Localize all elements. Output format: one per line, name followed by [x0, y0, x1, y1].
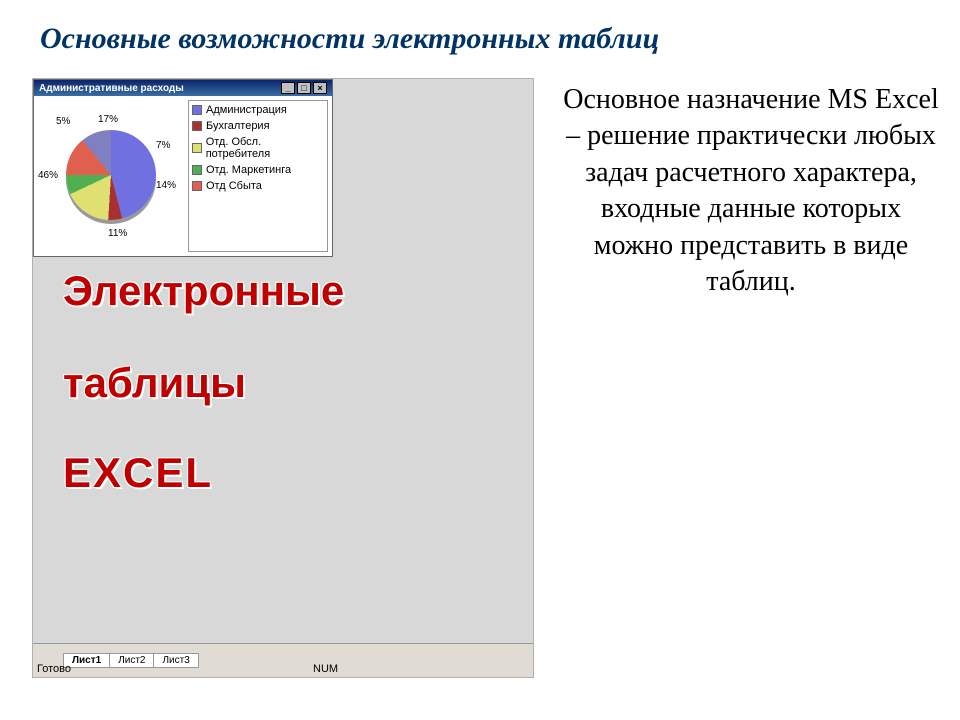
status-ready: Готово [37, 663, 71, 675]
excel-statusbar: Лист1 Лист2 Лист3 Готово NUM [33, 643, 533, 677]
col-header[interactable]: Июль [336, 176, 397, 196]
chart-titlebar: Административные расходы _ □ × [34, 80, 332, 96]
sheet-tab[interactable]: Лист2 [109, 653, 154, 668]
table-row[interactable]: 17Отд Сбыта5201816 [205, 253, 534, 290]
pie-label: 11% [108, 228, 127, 239]
col-header[interactable]: Август [396, 174, 452, 194]
screenshot-collage: Сервис Данные Окно Справка Σ A↓ ◫ 100% ?… [32, 78, 534, 678]
pie-label: 7% [156, 140, 170, 151]
pie-label: 5% [56, 116, 70, 127]
legend-item: Администрация [192, 104, 324, 116]
minimize-icon[interactable]: _ [281, 82, 295, 94]
slide-title: Основные возможности электронных таблиц [40, 22, 920, 56]
overlay-line-1: Электронные [63, 267, 344, 315]
legend-item: Отд Сбыта [192, 180, 324, 192]
sheet-tab[interactable]: Лист3 [153, 653, 198, 668]
pie-label: 17% [98, 114, 118, 125]
table-row[interactable]: 19 [206, 289, 534, 326]
close-icon[interactable]: × [313, 82, 327, 94]
spreadsheet-title-cell: й колос". ЗАО [461, 136, 534, 161]
col-header[interactable]: Октябрь [506, 170, 534, 190]
overlay-line-2: таблицы [63, 359, 246, 407]
slide-body-text: Основное назначение MS Excel – решение п… [560, 82, 942, 300]
table-row[interactable]: 22 [208, 343, 534, 380]
legend-item: Отд. Маркетинга [192, 164, 324, 176]
maximize-icon[interactable]: □ [297, 82, 311, 94]
col-header[interactable]: Сентябрь [451, 172, 507, 192]
pie-label: 14% [156, 180, 176, 191]
legend-item: Отд. Обсл. потребителя [192, 136, 324, 160]
chart-title: Административные расходы [39, 83, 184, 94]
status-num: NUM [313, 663, 338, 675]
chart-window: Административные расходы _ □ × 5% 17% 7%… [33, 79, 333, 257]
pie-label: 46% [38, 170, 58, 181]
table-row[interactable]: 23 [209, 361, 534, 398]
table-row[interactable]: 18Склад [206, 271, 534, 308]
table-row[interactable]: 21Всего [207, 325, 534, 362]
pie-chart: 5% 17% 7% 14% 11% 46% [38, 100, 188, 250]
legend-item: Бухгалтерия [192, 120, 324, 132]
overlay-line-3: EXCEL [63, 449, 213, 497]
chart-legend: Администрация Бухгалтерия Отд. Обсл. потре… [188, 100, 328, 252]
table-row[interactable]: 20В среднем9855509915354932028504 [207, 307, 534, 344]
